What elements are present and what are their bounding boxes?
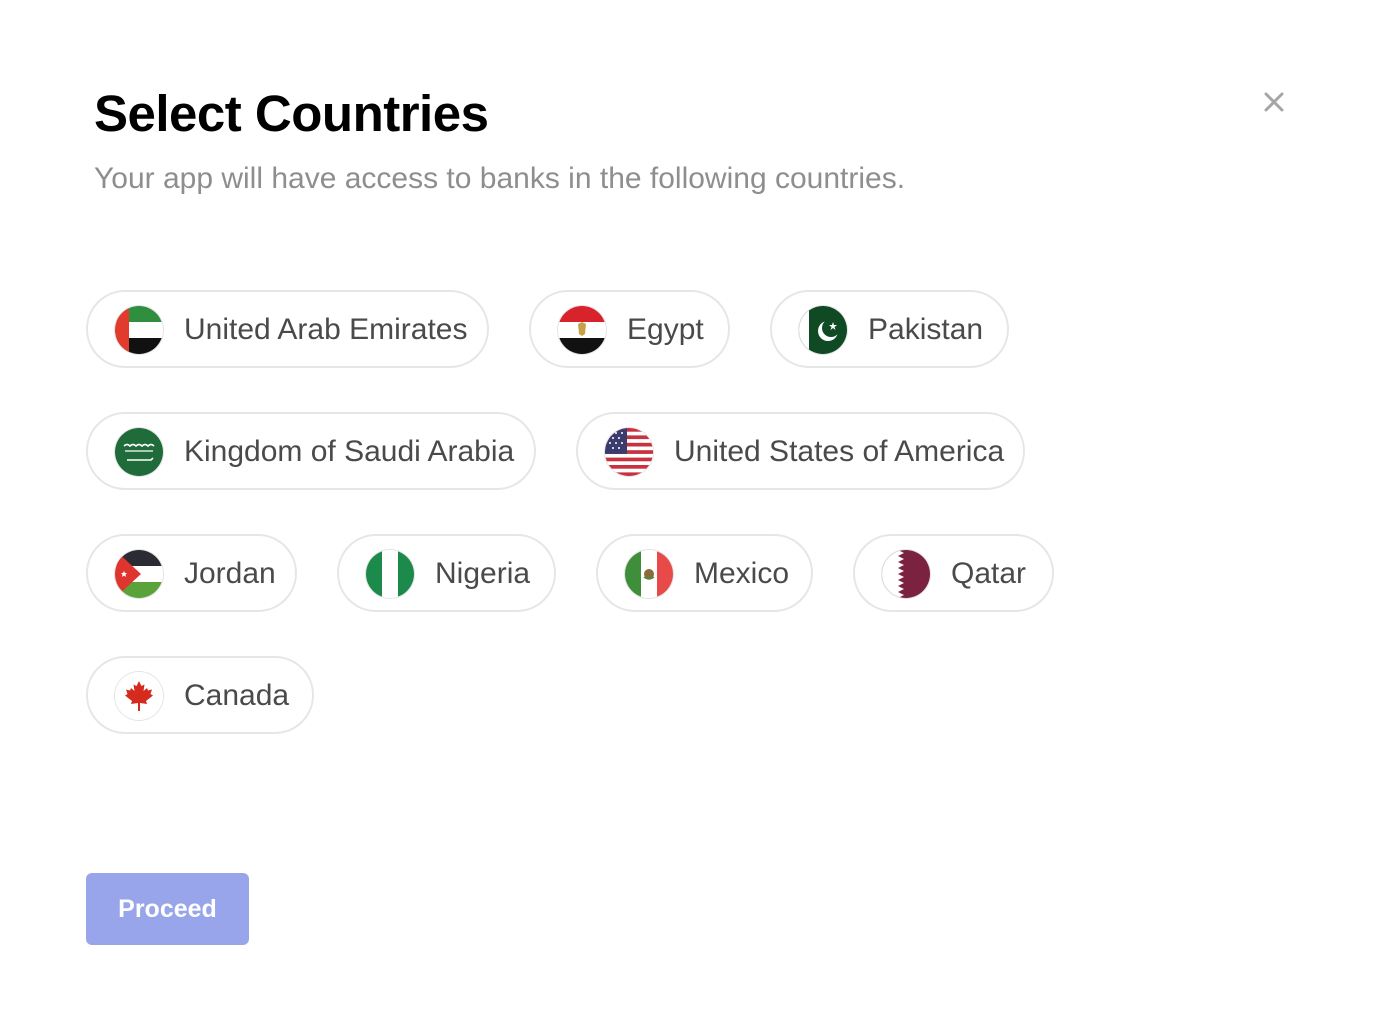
country-label: Kingdom of Saudi Arabia xyxy=(184,435,515,468)
saudi-arabia-flag-icon xyxy=(115,428,163,476)
nigeria-flag-icon xyxy=(366,550,414,598)
country-label: Canada xyxy=(184,679,290,712)
jordan-flag-icon xyxy=(115,550,163,598)
country-chip-egypt[interactable]: Egypt xyxy=(529,290,730,368)
country-label: Mexico xyxy=(694,557,790,590)
country-label: United Arab Emirates xyxy=(184,313,468,346)
usa-flag-icon xyxy=(605,428,653,476)
proceed-button[interactable]: Proceed xyxy=(86,873,249,945)
pakistan-flag-icon xyxy=(799,306,847,354)
canada-flag-icon xyxy=(115,672,163,720)
country-chip-uae[interactable]: United Arab Emirates xyxy=(86,290,489,368)
uae-flag-icon xyxy=(115,306,163,354)
egypt-flag-icon xyxy=(558,306,606,354)
country-chip-qatar[interactable]: Qatar xyxy=(853,534,1054,612)
mexico-flag-icon xyxy=(625,550,673,598)
country-chip-usa[interactable]: United States of America xyxy=(576,412,1025,490)
country-chip-canada[interactable]: Canada xyxy=(86,656,314,734)
country-label: Nigeria xyxy=(435,557,531,590)
country-chip-jordan[interactable]: Jordan xyxy=(86,534,297,612)
country-chip-saudi-arabia[interactable]: Kingdom of Saudi Arabia xyxy=(86,412,536,490)
country-label: Jordan xyxy=(184,557,276,590)
country-label: Egypt xyxy=(627,313,704,346)
country-chip-mexico[interactable]: Mexico xyxy=(596,534,813,612)
country-chip-pakistan[interactable]: Pakistan xyxy=(770,290,1009,368)
country-chip-nigeria[interactable]: Nigeria xyxy=(337,534,556,612)
modal-subtitle: Your app will have access to banks in th… xyxy=(94,162,906,195)
country-label: United States of America xyxy=(674,435,1005,468)
modal-title: Select Countries xyxy=(94,85,489,142)
country-label: Pakistan xyxy=(868,313,984,346)
close-icon[interactable] xyxy=(1258,86,1290,118)
qatar-flag-icon xyxy=(882,550,930,598)
select-countries-modal: Select Countries Your app will have acce… xyxy=(0,0,1380,1030)
country-label: Qatar xyxy=(951,557,1027,590)
